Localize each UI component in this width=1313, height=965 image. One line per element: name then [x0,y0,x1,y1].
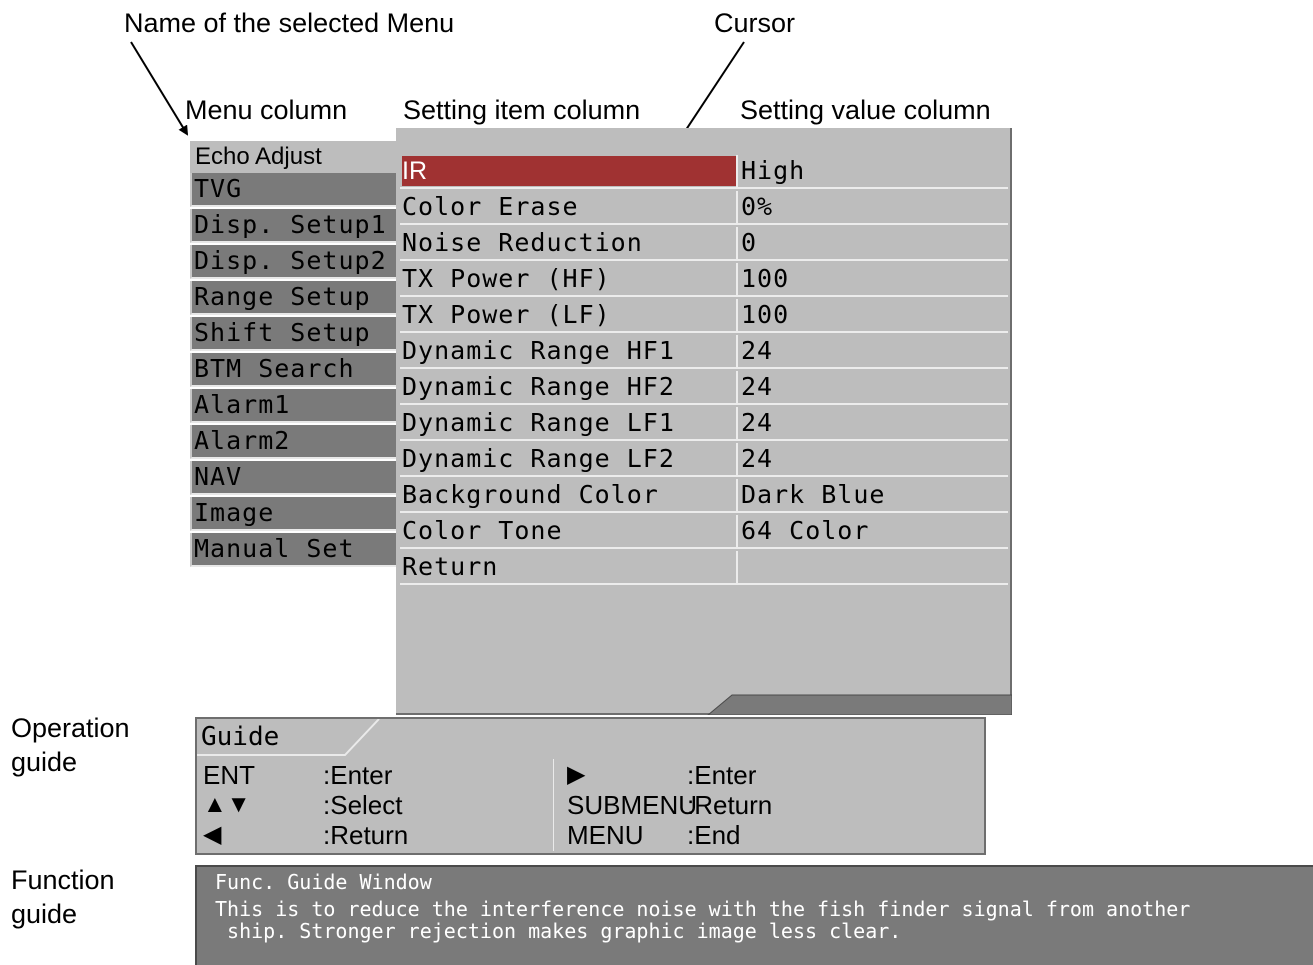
menu-item[interactable]: Disp. Setup1 [190,209,396,243]
column-separator [736,371,738,403]
guide-action-end: :End [687,820,741,850]
left-arrow-icon: ◀ [203,821,222,848]
setting-value: 64 Color [741,516,870,545]
setting-item-label: Return [402,552,499,581]
setting-value: 0% [741,192,774,221]
column-separator [736,515,738,547]
column-separator [736,335,738,367]
setting-row[interactable]: Dynamic Range LF2 24 [400,443,1008,477]
pointer-menu-name [130,41,189,136]
setting-item-label: Background Color [402,480,659,509]
menu-item[interactable]: Manual Set [190,533,396,567]
function-guide-line1: This is to reduce the interference noise… [215,897,1191,921]
column-separator [736,263,738,295]
guide-action-enter: :Enter [323,760,393,790]
guide-action-enter-2: :Enter [687,760,757,790]
panel-corner-tab [707,694,1012,715]
setting-row[interactable]: Color Erase 0% [400,191,1008,225]
right-arrow-icon: ▶ [567,761,586,788]
guide-divider [553,759,554,851]
setting-row[interactable]: TX Power (HF) 100 [400,263,1008,297]
menu-item[interactable]: Alarm2 [190,425,396,459]
setting-value: 24 [741,336,774,365]
guide-title: Guide [201,722,280,752]
menu-item[interactable]: Alarm1 [190,389,396,423]
setting-item-label: Color Tone [402,516,563,545]
setting-value: 100 [741,300,790,329]
setting-row[interactable]: Noise Reduction 0 [400,227,1008,261]
setting-row[interactable]: Dynamic Range HF2 24 [400,371,1008,405]
setting-item-label: TX Power (HF) [402,264,611,293]
menu-item[interactable]: BTM Search [190,353,396,387]
setting-item-label: Color Erase [402,192,579,221]
function-guide-window: Func. Guide Window This is to reduce the… [195,865,1313,965]
setting-row[interactable]: Background Color Dark Blue [400,479,1008,513]
menu-item[interactable]: Disp. Setup2 [190,245,396,279]
column-separator [736,155,738,187]
setting-row[interactable]: Dynamic Range LF1 24 [400,407,1008,441]
setting-row-selected[interactable]: IR High [400,155,1008,189]
setting-row[interactable]: Return [400,551,1008,585]
column-separator [736,299,738,331]
guide-key-submenu: SUBMENU [567,790,698,820]
setting-value: 24 [741,408,774,437]
function-guide-line2: ship. Stronger rejection makes graphic i… [215,919,902,943]
setting-item-label: Dynamic Range LF1 [402,408,675,437]
setting-item-label: Noise Reduction [402,228,643,257]
menu-item[interactable]: Shift Setup [190,317,396,351]
selected-menu-title: Echo Adjust [190,141,398,173]
column-separator [736,407,738,439]
setting-value: High [741,156,806,185]
setting-item-label: Dynamic Range HF1 [402,336,675,365]
guide-action-select: :Select [323,790,403,820]
setting-row[interactable]: Color Tone 64 Color [400,515,1008,549]
column-separator [736,191,738,223]
guide-key-ent: ENT [203,760,255,790]
column-separator [736,227,738,259]
menu-item[interactable]: TVG [190,173,396,207]
setting-item-label: Dynamic Range HF2 [402,372,675,401]
menu-item[interactable]: NAV [190,461,396,495]
operation-guide: Guide ENT :Enter ▲▼ :Select ◀ :Return ▶ … [195,717,986,855]
setting-value: Dark Blue [741,480,886,509]
setting-value: 24 [741,372,774,401]
setting-row[interactable]: Dynamic Range HF1 24 [400,335,1008,369]
setting-item-label: TX Power (LF) [402,300,611,329]
setting-value: 24 [741,444,774,473]
menu-item[interactable]: Image [190,497,396,531]
guide-action-return: :Return [323,820,409,850]
column-separator [736,551,738,583]
setting-value: 0 [741,228,758,257]
menu-item[interactable]: Range Setup [190,281,396,315]
guide-key-menu: MENU [567,820,644,850]
column-separator [736,479,738,511]
function-guide-title: Func. Guide Window [215,870,432,894]
up-down-arrows-icon: ▲▼ [203,791,251,818]
setting-item-label: IR [402,156,736,186]
column-separator [736,443,738,475]
setting-item-label: Dynamic Range LF2 [402,444,675,473]
guide-action-submenu-return: :Return [687,790,773,820]
setting-value: 100 [741,264,790,293]
setting-row[interactable]: TX Power (LF) 100 [400,299,1008,333]
